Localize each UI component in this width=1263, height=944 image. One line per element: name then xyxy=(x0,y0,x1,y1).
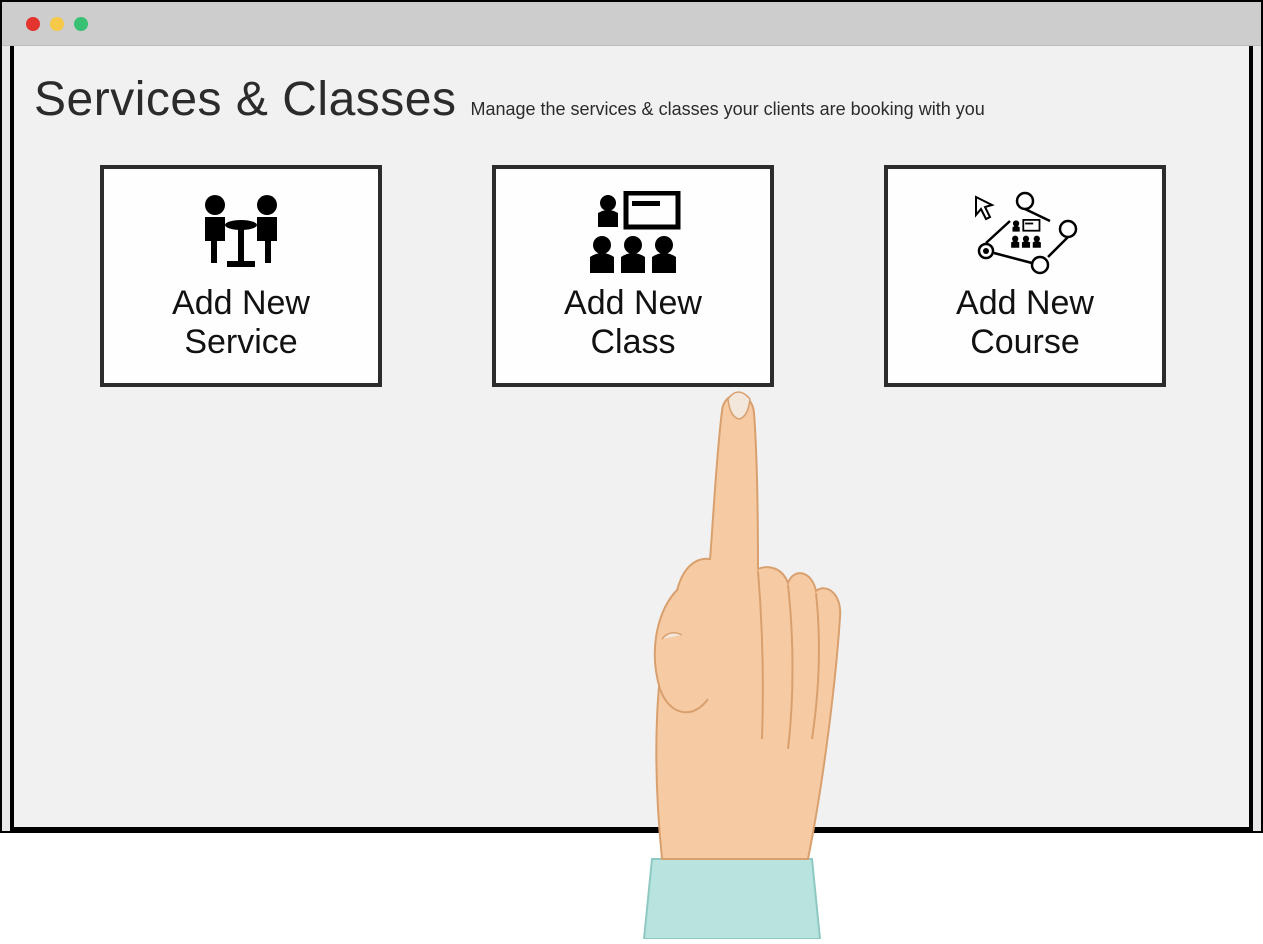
add-class-card[interactable]: Add New Class xyxy=(492,165,774,387)
minimize-window-dot[interactable] xyxy=(50,17,64,31)
titlebar xyxy=(2,2,1261,46)
page-title: Services & Classes xyxy=(34,72,456,127)
page-header: Services & Classes Manage the services &… xyxy=(34,72,1229,127)
add-class-label: Add New Class xyxy=(564,284,702,362)
page-subtitle: Manage the services & classes your clien… xyxy=(470,99,984,120)
page-content: Services & Classes Manage the services &… xyxy=(10,46,1253,831)
pointing-hand-illustration xyxy=(612,339,852,939)
meeting-icon xyxy=(191,190,291,278)
cards-row: Add New Service xyxy=(34,165,1229,387)
add-service-card[interactable]: Add New Service xyxy=(100,165,382,387)
app-window: Services & Classes Manage the services &… xyxy=(0,0,1263,833)
add-course-card[interactable]: Add New Course xyxy=(884,165,1166,387)
close-window-dot[interactable] xyxy=(26,17,40,31)
add-service-label: Add New Service xyxy=(172,284,310,362)
maximize-window-dot[interactable] xyxy=(74,17,88,31)
add-course-label: Add New Course xyxy=(956,284,1094,362)
class-icon xyxy=(578,190,688,278)
course-network-icon xyxy=(970,190,1080,278)
